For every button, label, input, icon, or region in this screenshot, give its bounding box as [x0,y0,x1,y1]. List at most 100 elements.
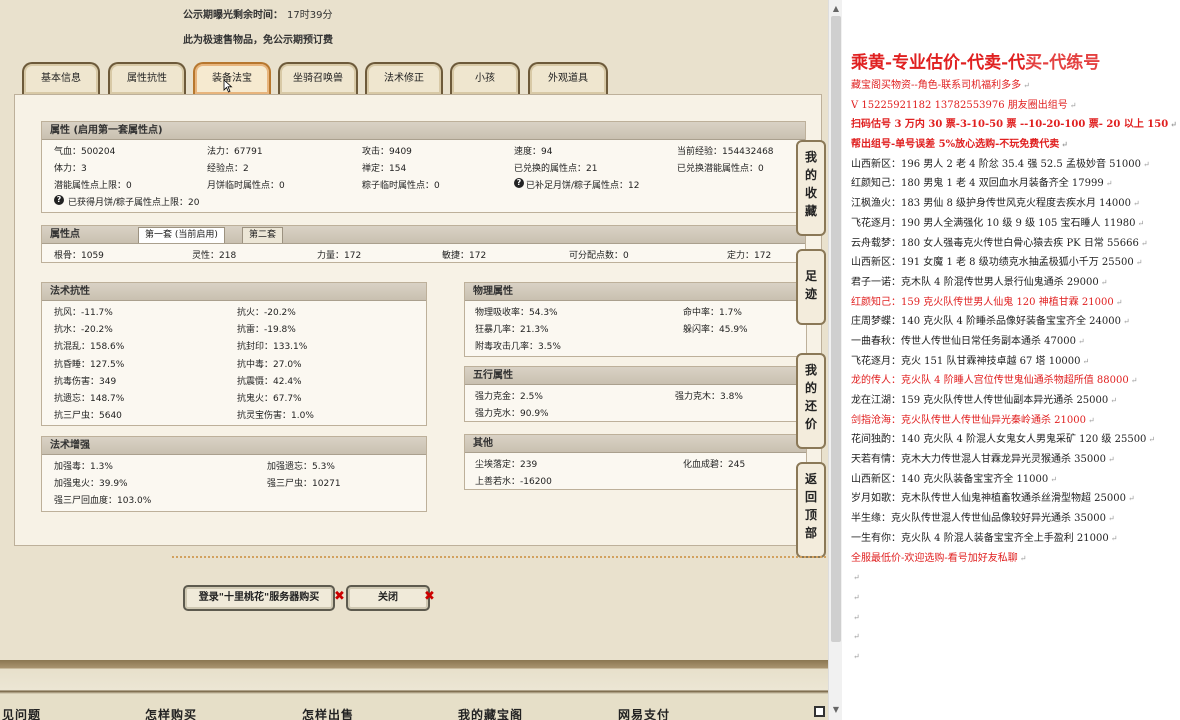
scroll-up-icon[interactable]: ▲ [829,2,843,16]
tab-mounts-summons[interactable]: 坐骑召唤兽 [278,62,358,94]
doc-line-text: 花间独酌：140 克火队 4 阶混人女鬼女人男鬼采矿 120 级 25500 [851,434,1147,446]
doc-line-text: 庄周梦蝶：140 克火队 4 阶睡杀品像好装备宝宝齐全 24000 [851,316,1121,328]
resist-value: 抗昏睡：127.5% [54,359,125,370]
close-button[interactable]: 关闭 [346,585,430,611]
doc-line-text: 帮出组号-单号误差 5%放心选购-不玩免费代卖 [851,139,1060,151]
footer-link-my-cbg[interactable]: 我的藏宝阁 [458,706,523,720]
info-icon: ? [514,178,524,188]
subtab-first-set[interactable]: 第一套 (当前启用) [138,227,225,243]
resist-value: 抗封印：133.1% [237,342,308,353]
side-button-favorites-label: 我的收藏 [804,150,817,218]
doc-line: 龙在江湖：159 克火队传世人传世仙副本异光通杀 25000 ↵ [851,391,1180,411]
doc-line-text: 藏宝阁买物资--角色-联系司机福利多多 [851,80,1022,91]
spell-resist-title: 法术抗性 [42,283,426,301]
doc-line: 一生有你：克火队 4 阶混人装备宝宝齐全上手盈利 21000 ↵ [851,529,1180,549]
attribute-value: 已兑换潜能属性点：0 [677,164,764,174]
subtab-second-set[interactable]: 第二套 [242,227,284,243]
paragraph-mark-icon: ↵ [1115,297,1123,307]
resist-value: 抗三尸虫：5640 [54,411,122,422]
doc-line: ↵ [851,588,1180,608]
paragraph-mark-icon: ↵ [1023,81,1030,90]
point-value: 力量：172 [317,251,362,261]
boost-value: 加强遗忘：5.3% [267,462,335,472]
paragraph-mark-icon: ↵ [1140,238,1148,248]
physical-title: 物理属性 [465,283,806,301]
login-buy-button[interactable]: 登录"十里桃花"服务器购买 [183,585,335,611]
doc-line: 全服最低价-欢迎选购-看号加好友私聊 ↵ [851,549,1180,569]
spell-resist-panel: 法术抗性 抗风：-11.7% 抗火：-20.2% 抗水：-20.2% 抗雷：-19.8… [41,282,427,426]
doc-line-text: 飞花逐月：190 男人全满强化 10 级 9 级 105 宝石睡人 11980 [851,217,1136,229]
footer-link-faq[interactable]: 见问题 [2,706,41,720]
resist-value: 抗风：-11.7% [54,308,113,318]
vertical-scrollbar[interactable]: ▲ ▼ [828,0,842,720]
boost-value: 强三尸回血度：103.0% [54,496,152,506]
doc-line-text: 云舟载梦：180 女人强毒克火传世白骨心猿去疾 PK 日常 55666 [851,237,1139,249]
doc-line-text: 一生有你：克火队 4 阶混人装备宝宝齐全上手盈利 21000 [851,532,1109,544]
attribute-value: 经验点：2 [207,164,249,174]
doc-line: 岁月如歌：克木队传世人仙鬼神植畜牧通杀丝滑型物超 25000 ↵ [851,489,1180,509]
resist-value: 抗震慑：42.4% [237,376,302,387]
doc-line: 江枫渔火：183 男仙 8 级护身传世风克火程度去疾水月 14000 ↵ [851,194,1180,214]
other-value: 尘埃落定：239 [475,460,538,470]
paragraph-mark-icon: ↵ [1108,514,1115,524]
scrollbar-thumb[interactable] [831,16,841,642]
attribute-value: 已兑换的属性点：21 [514,164,598,174]
paragraph-mark-icon: ↵ [1110,533,1118,543]
resist-value: 抗水：-20.2% [54,325,113,336]
side-button-history[interactable]: 足迹 [796,249,826,325]
doc-line: 龙的传人：克火队 4 阶睡人宫位传世鬼仙通杀物超所值 88000 ↵ [851,371,1180,391]
close-x-icon: ✖ [424,589,435,604]
attribute-value: 法力：67791 [207,147,263,157]
doc-line: 藏宝阁买物资--角色-联系司机福利多多 ↵ [851,76,1180,96]
attribute-value: 气血：500204 [54,147,116,157]
doc-line: 半生缘：克火队传世混人传世仙品像较好异光通杀 35000 ↵ [851,509,1180,529]
close-x-icon: ✖ [334,589,345,604]
tab-child[interactable]: 小孩 [450,62,520,94]
doc-line-text: 山西新区：196 男人 2 老 4 阶忿 35.4 强 52.5 孟极妙音 51… [851,158,1141,170]
doc-title-tail: 买-代练号 [1025,53,1101,73]
five-element-value: 强力克木：3.8% [675,392,743,402]
attribute-value: 已获得月饼/粽子属性点上限：20 [68,198,200,208]
doc-lines: 藏宝阁买物资--角色-联系司机福利多多 ↵ V 15225921182 137825… [851,76,1180,667]
doc-line-text: 红颜知己：180 男鬼 1 老 4 双回血水月装备齐全 17999 [851,178,1104,190]
doc-line-text: 飞花逐月：克火 151 队甘霖神技卓越 67 塔 10000 [851,355,1081,367]
doc-line: V 15225921182 13782553976 朋友圈出组号 ↵ [851,96,1180,116]
tab-attributes-resist[interactable]: 属性抗性 [108,62,186,94]
footer-square-button[interactable] [814,706,825,717]
doc-line-text: 扫码估号 3 万内 30 票-3-10-50 票 --10-20-100 票- … [851,119,1169,131]
paragraph-mark-icon: ↵ [1105,179,1113,189]
point-value: 根骨：1059 [54,251,104,261]
footer-link-how-to-buy[interactable]: 怎样购买 [145,706,197,720]
side-button-history-label: 足迹 [804,269,817,301]
attribute-value: 速度：94 [514,147,553,157]
footer-link-netease-pay[interactable]: 网易支付 [618,706,670,720]
point-value: 灵性：218 [192,251,237,261]
doc-line-text: 红颜知己：159 克火队传世男人仙鬼 120 神植甘霖 21000 [851,296,1114,308]
attribute-value: 潜能属性点上限：0 [54,181,132,191]
paragraph-mark-icon: ↵ [853,651,860,661]
side-button-back-to-top[interactable]: 返回顶部 [796,462,826,558]
tab-content: 属性 (启用第一套属性点) 气血：500204 法力：67791 攻击：9409 速度… [14,94,822,546]
attribute-value: 粽子临时属性点：0 [362,181,440,191]
doc-line: 红颜知己：159 克火队传世男人仙鬼 120 神植甘霖 21000 ↵ [851,293,1180,313]
physical-value: 物理吸收率：54.3% [475,308,558,318]
countdown-value: 17时39分 [287,10,333,21]
doc-title-text: 乘黄-专业估价-代卖-代 [851,53,1026,73]
paragraph-mark-icon: ↵ [1088,415,1095,425]
tab-appearance[interactable]: 外观道具 [528,62,608,94]
paragraph-mark-icon: ↵ [1100,277,1108,287]
doc-line: 一曲春秋：传世人传世仙日常任务副本通杀 47000 ↵ [851,332,1180,352]
tab-basic-info[interactable]: 基本信息 [22,62,100,94]
paragraph-mark-icon: ↵ [1108,455,1115,465]
paragraph-mark-icon: ↵ [1078,336,1085,346]
side-button-favorites[interactable]: 我的收藏 [796,140,826,236]
attribute-value: 月饼临时属性点：0 [207,181,285,191]
doc-line: 山西新区：140 克火队装备宝宝齐全 11000 ↵ [851,470,1180,490]
side-button-my-bargain[interactable]: 我的还价 [796,353,826,449]
tab-spell-correction[interactable]: 法术修正 [365,62,443,94]
footer-link-how-to-sell[interactable]: 怎样出售 [302,706,354,720]
countdown-notice: 公示期曝光剩余时间： 17时39分 [183,6,332,21]
paragraph-mark-icon: ↵ [1137,218,1145,228]
physical-value: 附毒攻击几率：3.5% [475,342,561,352]
scroll-down-icon[interactable]: ▼ [829,703,843,717]
